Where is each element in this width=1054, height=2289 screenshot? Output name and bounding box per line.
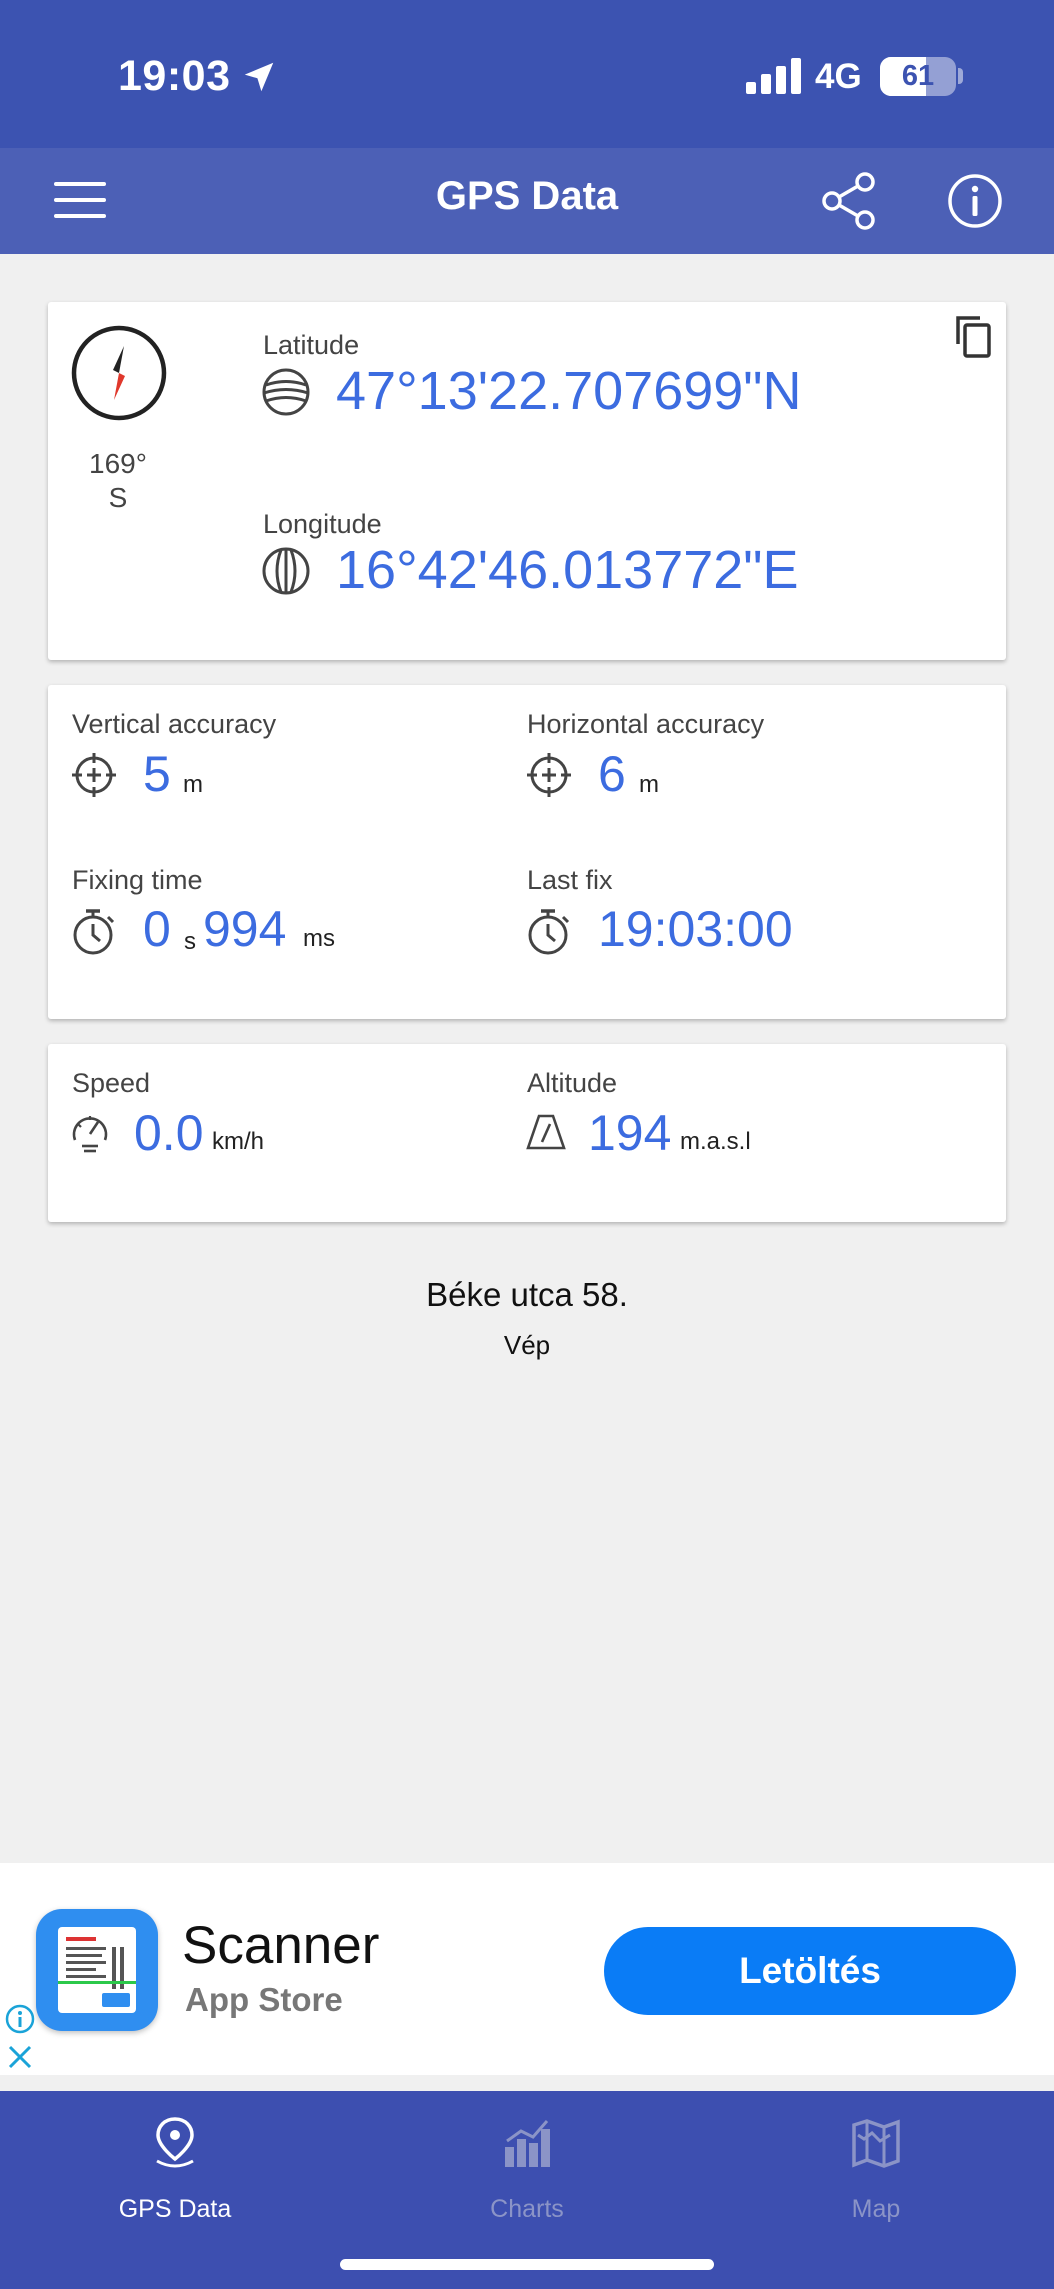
heading-degrees: 169° xyxy=(89,448,147,479)
address-city: Vép xyxy=(503,1330,551,1360)
altitude-icon xyxy=(526,1114,566,1150)
home-indicator xyxy=(340,2259,714,2270)
speed-value: 0.0 xyxy=(134,1105,204,1161)
crosshair-icon xyxy=(527,753,571,797)
tab-label-charts: Charts xyxy=(490,2195,564,2223)
tab-charts[interactable]: Charts xyxy=(397,2109,657,2229)
altitude-value: 194 xyxy=(588,1105,672,1161)
status-time: 19:03 xyxy=(118,52,231,100)
tab-label-map: Map xyxy=(851,2195,901,2223)
altitude-unit: m.a.s.l xyxy=(680,1128,751,1155)
tab-map[interactable]: Map xyxy=(746,2109,1006,2229)
document-scan-icon xyxy=(58,1937,136,2007)
globe-longitude-icon xyxy=(262,547,310,595)
copy-icon[interactable] xyxy=(952,314,994,360)
latitude-label: Latitude xyxy=(263,330,360,360)
signal-icon xyxy=(746,58,801,94)
status-bar: 19:03 4G 61 xyxy=(0,0,1054,148)
last-fix-value: 19:03:00 xyxy=(598,901,793,957)
globe-latitude-icon xyxy=(262,368,310,416)
vertical-accuracy-value: 5 xyxy=(143,746,171,802)
longitude-label: Longitude xyxy=(263,509,382,539)
battery-nub xyxy=(958,68,963,84)
tab-label-gps-data: GPS Data xyxy=(118,2195,232,2223)
page-title: GPS Data xyxy=(435,174,619,218)
bar-chart-icon xyxy=(505,2120,550,2167)
battery-percent: 61 xyxy=(901,60,935,92)
speedometer-icon xyxy=(72,1116,108,1153)
stopwatch-icon xyxy=(73,909,115,955)
share-icon[interactable] xyxy=(818,170,880,232)
address-street: Béke utca 58. xyxy=(426,1276,628,1313)
battery-icon: 61 xyxy=(880,57,956,96)
ad-banner[interactable]: Scanner App Store Letöltés xyxy=(0,1863,1054,2075)
fixing-seconds-value: 0 xyxy=(143,901,171,957)
fixing-seconds-unit: s xyxy=(184,928,196,955)
network-type: 4G xyxy=(815,57,862,96)
menu-icon[interactable] xyxy=(52,178,108,224)
ad-store-name: App Store xyxy=(185,1981,343,2018)
horizontal-accuracy-value: 6 xyxy=(598,746,626,802)
altitude-label: Altitude xyxy=(527,1068,618,1098)
map-pin-icon xyxy=(156,2117,194,2168)
vertical-accuracy-label: Vertical accuracy xyxy=(72,709,277,739)
longitude-value: 16°42'46.013772"E xyxy=(336,540,799,600)
ad-download-button[interactable]: Letöltés xyxy=(604,1927,1016,2015)
horizontal-accuracy-unit: m xyxy=(639,771,659,798)
info-icon[interactable] xyxy=(946,172,1004,230)
fixing-ms-unit: ms xyxy=(303,925,335,952)
last-fix-label: Last fix xyxy=(527,865,613,895)
horizontal-accuracy-label: Horizontal accuracy xyxy=(527,709,765,739)
location-arrow-icon xyxy=(244,62,274,92)
app-bar: GPS Data xyxy=(0,148,1054,254)
crosshair-icon xyxy=(72,753,116,797)
speed-label: Speed xyxy=(72,1068,151,1098)
compass-icon xyxy=(71,325,167,421)
vertical-accuracy-unit: m xyxy=(183,771,203,798)
heading-direction: S xyxy=(108,482,128,513)
tab-gps-data[interactable]: GPS Data xyxy=(45,2109,305,2229)
fixing-ms-value: 994 xyxy=(203,901,287,957)
ad-info-icon[interactable] xyxy=(4,2003,36,2035)
accuracy-card: Vertical accuracy 5 m Horizontal accurac… xyxy=(48,685,1006,1019)
ad-close-icon[interactable] xyxy=(4,2041,36,2073)
ad-app-icon-document xyxy=(58,1927,136,2013)
stopwatch-icon xyxy=(528,909,570,955)
fixing-time-label: Fixing time xyxy=(72,865,203,895)
ad-app-name[interactable]: Scanner xyxy=(182,1915,379,1976)
map-icon xyxy=(852,2119,900,2168)
latitude-value: 47°13'22.707699"N xyxy=(336,361,802,421)
speed-unit: km/h xyxy=(212,1128,265,1155)
coordinates-card: 169° S Latitude 47°13'22.707699"N Longit… xyxy=(48,302,1006,660)
motion-card: Speed 0.0 km/h Altitude 194 m.a.s.l xyxy=(48,1044,1006,1222)
ad-app-icon[interactable] xyxy=(36,1909,158,2031)
